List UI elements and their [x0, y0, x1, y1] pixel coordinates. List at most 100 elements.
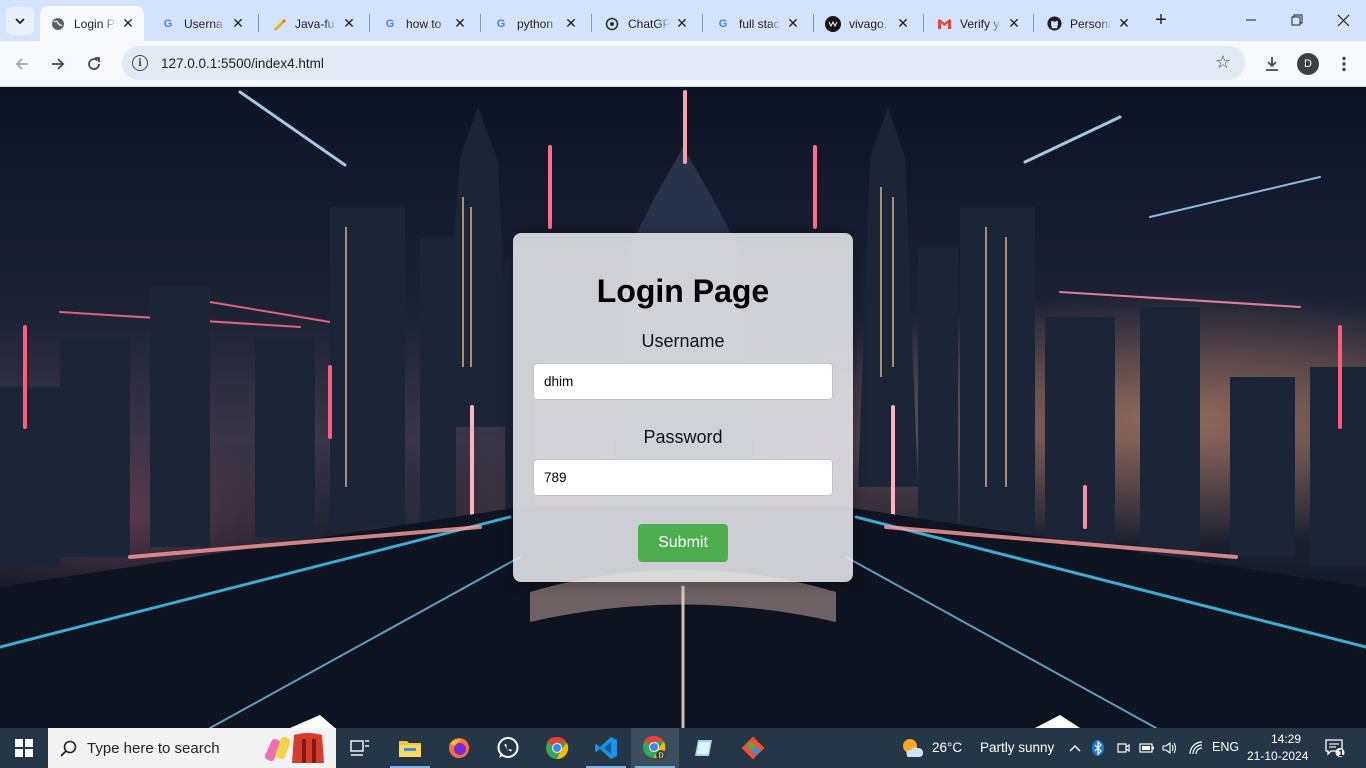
more-vert-icon [1342, 56, 1346, 72]
search-placeholder: Type here to search [87, 739, 220, 757]
chevron-up-icon[interactable] [1067, 740, 1083, 756]
task-view-icon [350, 740, 369, 756]
chatgpt-icon [604, 16, 620, 32]
back-button[interactable] [8, 50, 36, 78]
close-tab-icon[interactable]: ✕ [674, 15, 690, 32]
webcam-icon[interactable] [1115, 740, 1131, 756]
new-tab-button[interactable]: + [1149, 8, 1173, 32]
close-tab-icon[interactable]: ✕ [1116, 15, 1132, 32]
tab-separator [702, 14, 703, 32]
password-input[interactable] [533, 459, 833, 496]
weather-condition[interactable]: Partly sunny [980, 740, 1054, 755]
arrow-left-icon [15, 58, 28, 70]
tab-search-button[interactable] [6, 7, 34, 35]
search-highlight-illustration [264, 733, 324, 763]
tab-title: Java-fu [295, 16, 335, 31]
minimize-icon [1246, 19, 1256, 21]
taskbar-git-app[interactable] [729, 728, 777, 768]
taskbar-search[interactable]: Type here to search [48, 728, 336, 768]
firefox-icon [449, 738, 469, 758]
tab-google-python[interactable]: G python ✕ [483, 6, 587, 41]
chrome-icon [546, 736, 569, 760]
google-icon: G [718, 17, 728, 30]
clock-date[interactable]: 21-10-2024 [1247, 749, 1308, 763]
browser-toolbar: i 127.0.0.1:5500/index4.html ☆ D [0, 41, 1366, 87]
close-tab-icon[interactable]: ✕ [341, 15, 357, 32]
tab-vivago[interactable]: vivago. ✕ [815, 6, 919, 41]
forward-button[interactable] [44, 50, 72, 78]
reload-icon [88, 57, 100, 70]
bookmark-star-icon[interactable]: ☆ [1215, 52, 1231, 73]
site-info-icon[interactable]: i [132, 55, 148, 71]
close-tab-icon[interactable]: ✕ [120, 15, 136, 32]
tab-separator [258, 14, 259, 32]
close-tab-icon[interactable]: ✕ [895, 15, 911, 32]
tab-google-username[interactable]: G Userna ✕ [150, 6, 254, 41]
tab-separator [813, 14, 814, 32]
close-window-button[interactable] [1320, 0, 1366, 40]
tab-separator [923, 14, 924, 32]
tab-title: full stac [739, 16, 780, 31]
google-icon: G [163, 17, 173, 30]
taskbar-chrome-profile[interactable]: D [631, 728, 679, 768]
weather-partly-sunny-icon[interactable] [899, 736, 925, 760]
downloads-button[interactable] [1258, 50, 1286, 78]
close-tab-icon[interactable]: ✕ [563, 15, 579, 32]
task-view-button[interactable] [336, 728, 384, 768]
close-tab-icon[interactable]: ✕ [230, 15, 246, 32]
username-input[interactable] [533, 363, 833, 400]
wifi-icon[interactable] [1188, 740, 1204, 756]
tab-separator [591, 14, 592, 32]
tab-google-full-stack[interactable]: G full stac ✕ [705, 6, 809, 41]
close-icon [1337, 14, 1349, 26]
vivago-icon [825, 15, 841, 32]
page-title: Login Page [596, 273, 770, 309]
taskbar-file-explorer[interactable] [386, 728, 434, 768]
reload-button[interactable] [80, 50, 108, 78]
submit-button[interactable]: Submit [638, 524, 728, 562]
tab-gmail-verify[interactable]: Verify y ✕ [926, 6, 1030, 41]
close-tab-icon[interactable]: ✕ [452, 15, 468, 32]
taskbar-notepad[interactable] [680, 728, 728, 768]
taskbar-chrome[interactable] [533, 728, 581, 768]
tab-login-page[interactable]: Login P ✕ [40, 6, 144, 41]
taskbar-firefox[interactable] [435, 728, 483, 768]
page-viewport: Login Page Username Password Submit [0, 87, 1366, 728]
close-tab-icon[interactable]: ✕ [785, 15, 801, 32]
address-bar[interactable]: i 127.0.0.1:5500/index4.html ☆ [122, 46, 1245, 80]
tab-github-personal[interactable]: Persona ✕ [1036, 6, 1140, 41]
taskbar-vscode[interactable] [582, 728, 630, 768]
clock-time[interactable]: 14:29 [1264, 732, 1308, 746]
tab-title: Verify y [960, 16, 1000, 31]
login-card: Login Page Username Password Submit [513, 233, 853, 582]
profile-button[interactable]: D [1294, 50, 1322, 78]
tab-title: Userna [184, 16, 223, 31]
tab-chatgpt[interactable]: ChatGP ✕ [594, 6, 698, 41]
weather-temp[interactable]: 26°C [932, 740, 962, 755]
taskbar-whatsapp[interactable] [484, 728, 532, 768]
tab-separator [480, 14, 481, 32]
close-tab-icon[interactable]: ✕ [1006, 15, 1022, 32]
google-icon: G [385, 17, 395, 30]
start-button[interactable] [0, 728, 48, 768]
restore-icon [1291, 14, 1303, 26]
git-icon [741, 736, 765, 760]
tab-google-how-to[interactable]: G how to ✕ [372, 6, 476, 41]
svg-text:D: D [658, 753, 663, 760]
tab-java-full[interactable]: Java-fu ✕ [261, 6, 365, 41]
volume-icon[interactable] [1162, 740, 1178, 756]
password-label: Password [643, 427, 723, 447]
url-text[interactable]: 127.0.0.1:5500/index4.html [161, 56, 324, 71]
minimize-button[interactable] [1228, 0, 1274, 40]
tab-separator [1033, 14, 1034, 32]
browser-menu-button[interactable] [1330, 50, 1358, 78]
plus-icon: + [1155, 8, 1167, 31]
tab-title: Persona [1070, 16, 1112, 31]
github-icon [1046, 16, 1062, 32]
globe-icon [50, 16, 66, 32]
battery-icon[interactable] [1139, 740, 1155, 756]
bluetooth-icon[interactable] [1090, 740, 1106, 756]
restore-button[interactable] [1274, 0, 1320, 40]
tab-title: Login P [74, 16, 115, 31]
language-indicator[interactable]: ENG [1212, 740, 1239, 754]
